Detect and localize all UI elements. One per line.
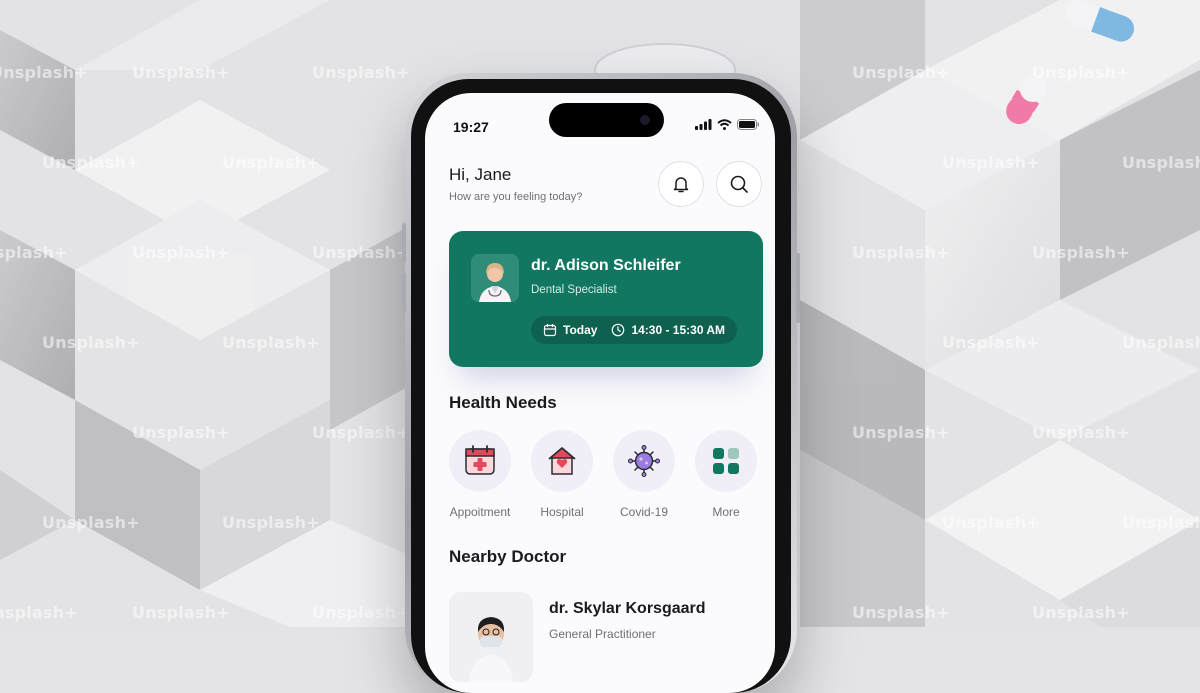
greeting-subtitle: How are you feeling today? — [449, 191, 583, 203]
appointment-doctor-name: dr. Adison Schleifer — [531, 257, 681, 274]
health-need-label: Covid-19 — [619, 505, 669, 519]
doctor-avatar-image — [471, 254, 519, 302]
calendar-plus-icon — [465, 445, 495, 475]
calendar-icon — [543, 324, 557, 337]
nearby-doctor-specialty: General Practitioner — [549, 627, 656, 641]
phone-frame: 19:27 Hi, Jane How are you feeling today… — [402, 73, 800, 693]
health-need-icon-circle — [695, 430, 757, 492]
search-icon — [730, 175, 748, 193]
health-need-label: Hospital — [540, 505, 584, 519]
volume-down-button — [402, 273, 406, 313]
grid-icon — [713, 448, 739, 474]
health-need-icon-circle — [613, 430, 675, 492]
camera-icon — [640, 115, 650, 125]
nearby-doctor-title: Nearby Doctor — [449, 547, 567, 566]
health-need-hospital[interactable]: Hospital — [530, 430, 594, 519]
status-icons — [695, 119, 759, 130]
signal-icon — [695, 119, 712, 130]
greeting-block: Hi, Jane How are you feeling today? — [449, 165, 582, 203]
blue-pill-image — [1064, 0, 1135, 42]
clock-icon — [612, 323, 625, 337]
pink-pill-image — [1006, 74, 1047, 125]
battery-icon — [737, 119, 759, 130]
nearby-doctor-name[interactable]: dr. Skylar Korsgaard — [549, 600, 706, 618]
app-screen: 19:27 Hi, Jane How are you feeling today… — [425, 93, 775, 693]
health-needs-title: Health Needs — [449, 393, 557, 412]
power-button — [796, 253, 800, 323]
upcoming-appointment-card[interactable]: dr. Adison Schleifer Dental Specialist T… — [449, 231, 763, 367]
health-need-icon-circle — [531, 430, 593, 492]
health-need-label: More — [712, 505, 740, 519]
health-need-icon-circle — [449, 430, 511, 492]
appointment-doctor-specialty: Dental Specialist — [531, 284, 617, 296]
hospital-icon — [548, 447, 576, 475]
bell-icon — [673, 177, 689, 193]
greeting-title: Hi, Jane — [449, 165, 512, 184]
status-time: 19:27 — [453, 119, 489, 135]
volume-up-button — [402, 223, 406, 263]
doctor-avatar — [471, 254, 519, 302]
wifi-icon — [717, 119, 732, 130]
nearby-doctor-avatar[interactable] — [449, 592, 533, 682]
nearby-doctor-avatar-image — [449, 592, 533, 682]
status-bar: 19:27 — [425, 93, 775, 137]
appointment-time: 14:30 - 15:30 AM — [631, 323, 726, 337]
appointment-schedule-pill: Today 14:30 - 15:30 AM — [531, 316, 738, 344]
dynamic-island — [549, 103, 664, 137]
phone-bezel: 19:27 Hi, Jane How are you feeling today… — [411, 79, 791, 693]
health-need-covid[interactable]: Covid-19 — [612, 430, 676, 519]
appointment-date: Today — [563, 323, 598, 337]
health-need-appointment[interactable]: Appoitment — [448, 430, 512, 519]
health-need-label: Appoitment — [449, 505, 511, 519]
health-need-more[interactable]: More — [694, 430, 758, 519]
virus-icon — [628, 445, 660, 477]
notification-button[interactable] — [658, 161, 704, 207]
search-button[interactable] — [716, 161, 762, 207]
